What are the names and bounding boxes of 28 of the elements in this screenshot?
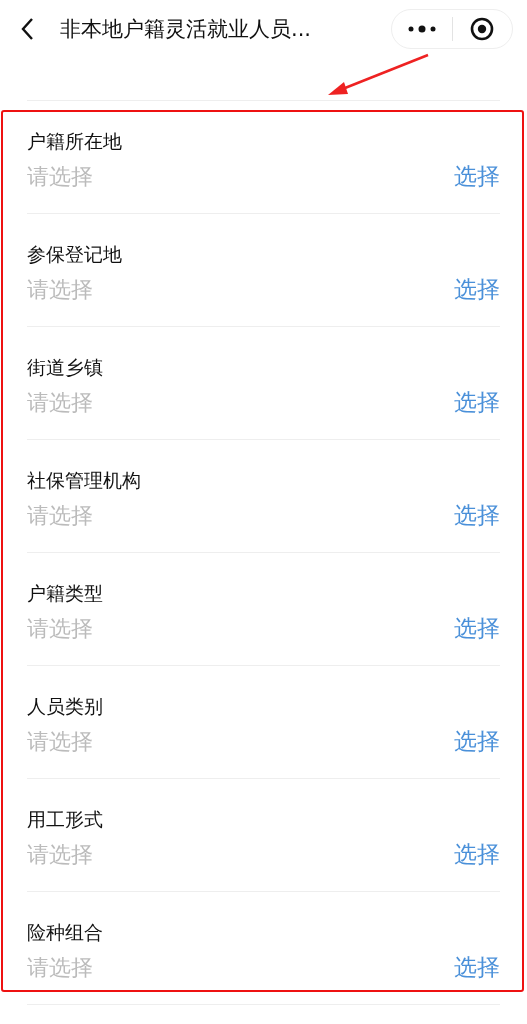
field-label: 社保管理机构: [27, 469, 142, 491]
select-field[interactable]: 请选择: [27, 726, 147, 756]
select-field[interactable]: 请选择: [27, 500, 147, 530]
select-field[interactable]: 请选择: [27, 839, 147, 869]
field-label: 参保登记地: [27, 243, 123, 265]
select-field[interactable]: 请选择: [27, 161, 147, 191]
field-label: 户籍类型: [27, 582, 104, 604]
select-link[interactable]: 选择: [454, 499, 500, 531]
select-link[interactable]: 选择: [454, 951, 500, 983]
select-link[interactable]: 选择: [454, 160, 500, 192]
field-label: 险种组合: [27, 921, 104, 943]
select-link[interactable]: 选择: [454, 273, 500, 305]
select-link[interactable]: 选择: [454, 386, 500, 418]
field-label: 街道乡镇: [27, 356, 104, 378]
field-label: 户籍所在地: [27, 130, 123, 152]
select-link[interactable]: 选择: [454, 725, 500, 757]
chevron-left-icon: [20, 17, 34, 41]
select-link[interactable]: 选择: [454, 838, 500, 870]
select-field[interactable]: 请选择: [27, 613, 147, 643]
field-label: 用工形式: [27, 808, 104, 830]
select-field[interactable]: 请选择: [27, 274, 147, 304]
select-field[interactable]: 请选择: [27, 952, 147, 982]
page-title: 非本地户籍灵活就业人员...: [60, 16, 313, 43]
more-icon: [407, 25, 436, 33]
field-label: 人员类别: [27, 695, 104, 717]
select-field[interactable]: 请选择: [27, 387, 147, 417]
select-link[interactable]: 选择: [454, 612, 500, 644]
target-icon: [470, 17, 495, 41]
